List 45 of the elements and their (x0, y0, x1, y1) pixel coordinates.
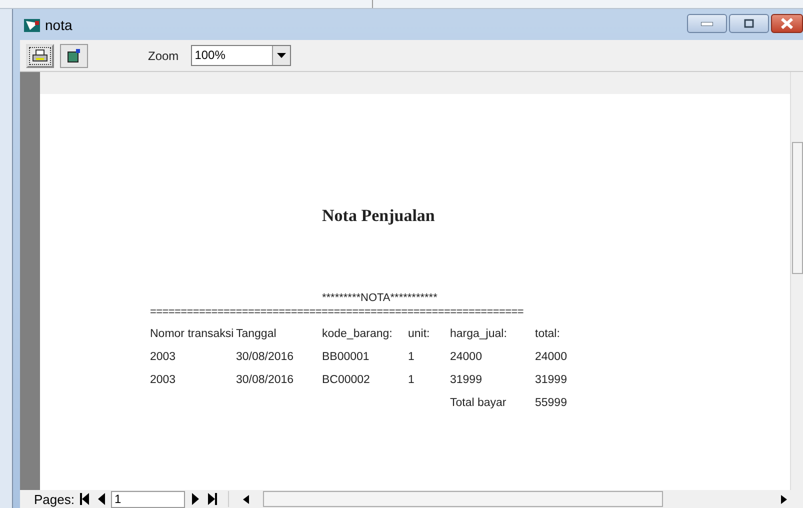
vertical-scrollbar[interactable] (790, 72, 803, 490)
minimize-button[interactable] (687, 14, 727, 33)
separator-line: ============================================================= (150, 306, 524, 318)
scroll-right-icon (781, 494, 787, 504)
first-page-button[interactable] (77, 491, 92, 507)
last-page-button[interactable] (205, 491, 220, 507)
export-button[interactable] (60, 44, 88, 68)
app-icon (23, 16, 41, 32)
maximize-icon (744, 19, 754, 28)
table-cell-text: 1 (408, 374, 416, 386)
close-button[interactable] (771, 14, 803, 33)
table-cell-text: 2003 (150, 351, 177, 363)
table-cell-text: 31999 (450, 374, 483, 386)
column-header: harga_jual: (450, 328, 508, 340)
table-cell-text: 24000 (535, 351, 568, 363)
table-cell-text: 2003 (150, 374, 177, 386)
table-cell-text: BB00001 (322, 351, 370, 363)
table-cell-text: 1 (408, 351, 416, 363)
report-title: Nota Penjualan (322, 206, 435, 226)
zoom-dropdown[interactable]: 100% (190, 45, 291, 66)
column-header: Tanggal (236, 328, 278, 340)
maximize-button[interactable] (729, 14, 769, 33)
table-cell-text: BC00002 (322, 374, 371, 386)
pages-label: Pages: (34, 492, 74, 506)
column-header: kode_barang: (322, 328, 394, 340)
close-icon (781, 18, 793, 29)
scroll-left-icon (243, 494, 250, 504)
column-header: total: (535, 328, 561, 340)
table-cell-text: 24000 (450, 351, 483, 363)
nota-heading: *********NOTA*********** (322, 292, 438, 304)
column-header: Nomor transaksi (150, 328, 235, 340)
total-value: 55999 (535, 397, 568, 409)
caret-icon (276, 53, 286, 58)
zoom-label: Zoom (148, 48, 179, 62)
page-number-field[interactable]: 1 (111, 490, 186, 508)
table-cell-text: 30/08/2016 (236, 374, 295, 386)
export-icon (67, 48, 81, 62)
column-header: unit: (408, 328, 431, 340)
printer-icon (32, 48, 48, 62)
minimize-icon (701, 22, 713, 26)
print-button[interactable] (26, 44, 54, 68)
table-cell-text: 30/08/2016 (236, 351, 295, 363)
window-title: nota (45, 16, 72, 32)
table-cell-text: 31999 (535, 374, 568, 386)
total-label: Total bayar (450, 397, 508, 409)
